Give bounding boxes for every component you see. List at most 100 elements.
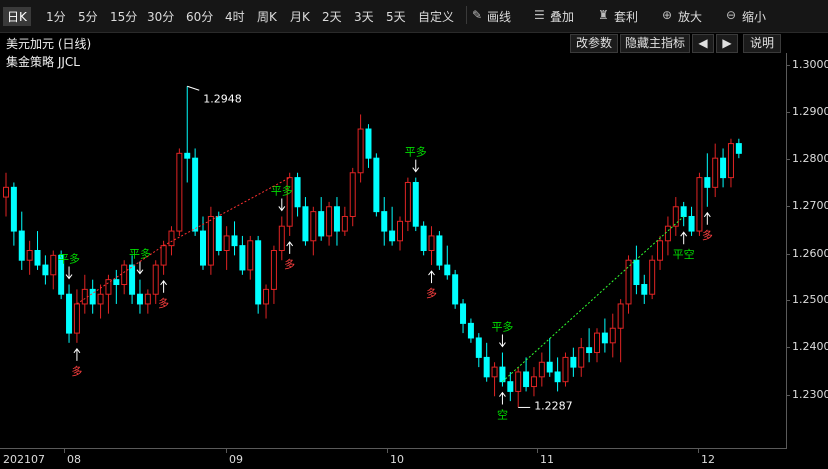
candle-body bbox=[349, 172, 356, 217]
candle-body bbox=[436, 235, 443, 266]
period-tab-5min[interactable]: 5分 bbox=[78, 8, 98, 25]
high-pointer bbox=[187, 85, 200, 91]
period-tab-5day[interactable]: 5天 bbox=[386, 8, 406, 25]
y-tick-mark bbox=[786, 206, 790, 207]
candle-body bbox=[89, 288, 96, 305]
period-tab-30min[interactable]: 30分 bbox=[147, 8, 174, 25]
period-tab-custom[interactable]: 自定义 bbox=[418, 8, 454, 25]
x-tick-label: 12 bbox=[701, 453, 715, 466]
hide-main-indicator-button[interactable]: 隐藏主指标 bbox=[620, 34, 690, 53]
candle-body bbox=[460, 303, 467, 324]
candle-body bbox=[609, 327, 616, 344]
candle-body bbox=[270, 250, 277, 290]
next-button[interactable]: ▶ bbox=[716, 34, 738, 53]
candle-body bbox=[515, 371, 522, 392]
candle-body bbox=[18, 230, 25, 261]
signal-label: 平多 bbox=[491, 320, 513, 334]
candle-body bbox=[467, 322, 474, 339]
zoom-out-icon: ⊖ bbox=[726, 8, 737, 22]
candle-body bbox=[554, 371, 561, 383]
zoom-in-button[interactable]: 放大 bbox=[678, 8, 702, 25]
y-tick-mark bbox=[786, 347, 790, 348]
candle-body bbox=[530, 376, 537, 388]
candle-body bbox=[50, 254, 57, 276]
signal-label: 多 bbox=[71, 364, 82, 378]
y-tick-mark bbox=[786, 112, 790, 113]
candle-body bbox=[160, 245, 167, 266]
candle-body bbox=[302, 206, 309, 242]
period-tab-4h[interactable]: 4时 bbox=[225, 8, 245, 25]
candle-body bbox=[499, 366, 506, 383]
x-tick-label: 08 bbox=[67, 453, 81, 466]
candle-body bbox=[735, 143, 742, 154]
signal-arrow-up bbox=[680, 231, 688, 245]
candle-body bbox=[578, 347, 585, 368]
candle-body bbox=[105, 279, 112, 295]
period-tab-15min[interactable]: 15分 bbox=[110, 8, 137, 25]
period-tab-daily[interactable]: 日K bbox=[3, 7, 31, 26]
candle-body bbox=[601, 332, 608, 344]
bag-icon: ♜ bbox=[598, 8, 609, 22]
candlestick-chart[interactable]: 多平多 平多多平多多平多多平多空平空多1.29481.2287 bbox=[0, 53, 786, 448]
candle-body bbox=[97, 293, 104, 305]
high-price-label: 1.2948 bbox=[203, 92, 242, 105]
candle-body bbox=[594, 332, 600, 354]
candle-body bbox=[680, 206, 687, 217]
candle-body bbox=[278, 225, 285, 251]
signal-arrow-up bbox=[73, 347, 81, 361]
low-price-label: 1.2287 bbox=[534, 399, 573, 412]
candle-body bbox=[397, 220, 403, 242]
candle-body bbox=[570, 356, 577, 368]
candle-body bbox=[365, 128, 372, 159]
period-tab-weekly[interactable]: 周K bbox=[257, 8, 277, 25]
candle-body bbox=[696, 177, 703, 232]
y-tick-mark bbox=[786, 65, 790, 66]
signal-label: 多 bbox=[284, 257, 295, 271]
candle-body bbox=[641, 284, 648, 295]
candle-body bbox=[66, 293, 73, 334]
change-params-button[interactable]: 改参数 bbox=[570, 34, 618, 53]
candle-body bbox=[373, 157, 380, 213]
candle-body bbox=[420, 225, 427, 251]
x-tick-label: 10 bbox=[390, 453, 404, 466]
arbitrage-button[interactable]: 套利 bbox=[614, 8, 638, 25]
time-axis-line bbox=[0, 448, 787, 449]
signal-arrow-up bbox=[428, 270, 435, 284]
period-tab-60min[interactable]: 60分 bbox=[186, 8, 213, 25]
draw-line-button[interactable]: 画线 bbox=[487, 8, 511, 25]
y-tick-label: 1.2600 bbox=[792, 247, 828, 260]
help-button[interactable]: 说明 bbox=[743, 34, 781, 53]
candle-body bbox=[333, 206, 340, 232]
candle-body bbox=[81, 288, 88, 305]
signal-arrow-down bbox=[278, 198, 286, 212]
prev-button[interactable]: ◀ bbox=[692, 34, 714, 53]
period-tab-monthly[interactable]: 月K bbox=[290, 8, 310, 25]
signal-trend-line bbox=[502, 216, 685, 383]
x-tick-label: 11 bbox=[540, 453, 554, 466]
period-tab-2day[interactable]: 2天 bbox=[322, 8, 342, 25]
pencil-icon: ✎ bbox=[472, 8, 483, 22]
candle-body bbox=[546, 361, 553, 373]
period-tab-3day[interactable]: 3天 bbox=[354, 8, 374, 25]
signal-label: 平多 bbox=[58, 252, 80, 266]
overlay-button[interactable]: 叠加 bbox=[550, 8, 574, 25]
zoom-out-button[interactable]: 缩小 bbox=[742, 8, 766, 25]
candle-body bbox=[168, 230, 175, 247]
candle-body bbox=[586, 347, 593, 354]
candle-body bbox=[255, 240, 262, 305]
period-tab-1min[interactable]: 1分 bbox=[46, 8, 66, 25]
candle-body bbox=[507, 381, 514, 392]
zoom-in-icon: ⊕ bbox=[662, 8, 673, 22]
candle-body bbox=[657, 240, 664, 261]
candle-body bbox=[625, 259, 632, 305]
candle-body bbox=[3, 186, 9, 198]
y-tick-mark bbox=[786, 395, 790, 396]
signal-arrow-down bbox=[499, 334, 506, 348]
signal-arrow-up bbox=[703, 211, 711, 225]
y-tick-label: 1.2800 bbox=[792, 152, 828, 165]
candle-body bbox=[294, 177, 301, 208]
candle-body bbox=[357, 128, 364, 174]
signal-arrow-up bbox=[499, 391, 506, 405]
candle-body bbox=[223, 235, 230, 252]
signal-arrow-up bbox=[160, 279, 167, 293]
